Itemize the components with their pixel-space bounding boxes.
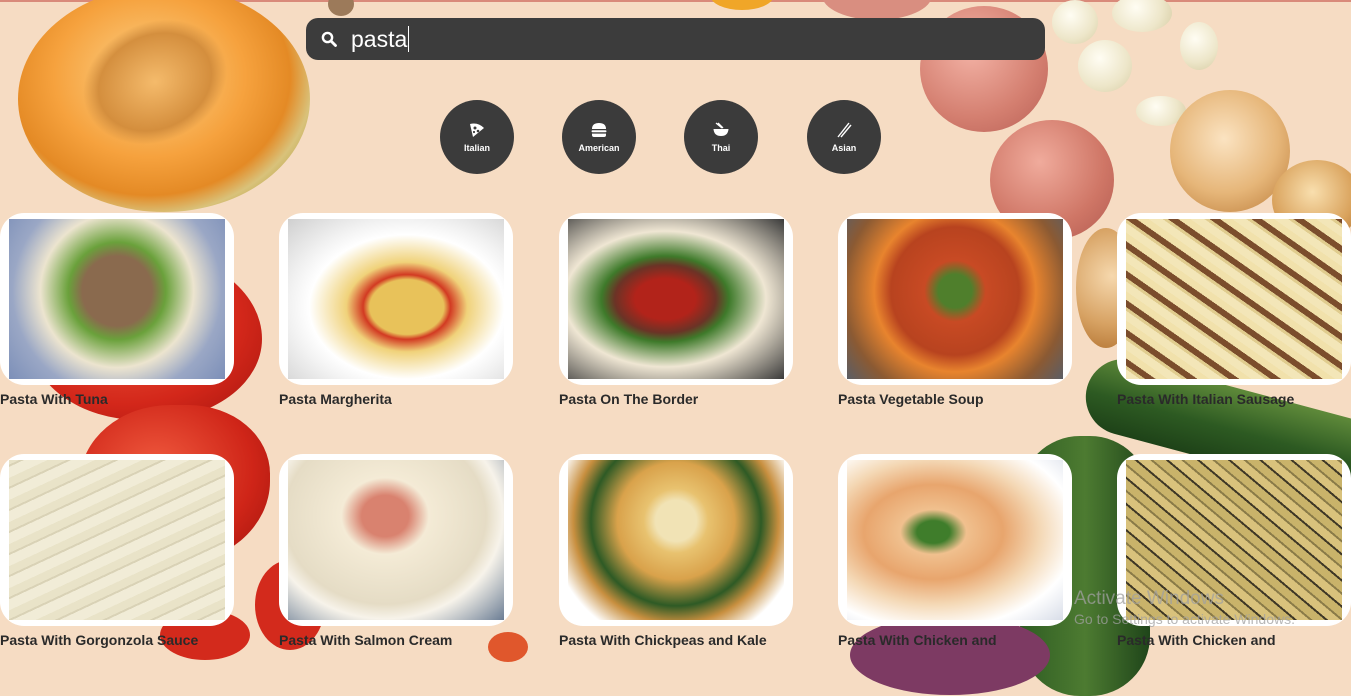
- category-label: American: [578, 142, 620, 153]
- recipe-card[interactable]: Pasta On The Border: [559, 213, 793, 407]
- activate-windows-watermark: Activate Windows Go to Settings to activ…: [1074, 588, 1295, 627]
- chopsticks-icon: [835, 122, 853, 138]
- dish-photo: [288, 219, 504, 379]
- pizza-icon: [468, 122, 486, 138]
- search-icon[interactable]: [321, 31, 337, 47]
- garlic-clove-image: [1112, 0, 1172, 32]
- potato-image: [822, 0, 932, 20]
- vegetable-stem-image: [328, 0, 354, 16]
- recipe-image[interactable]: [559, 213, 793, 385]
- recipe-image[interactable]: [0, 454, 234, 626]
- dish-photo: [9, 460, 225, 620]
- dish-photo: [1126, 219, 1342, 379]
- recipe-image[interactable]: [279, 213, 513, 385]
- orange-image: [710, 0, 774, 10]
- category-thai-button[interactable]: Thai: [684, 100, 758, 174]
- burger-icon: [590, 122, 608, 138]
- recipe-title[interactable]: Pasta On The Border: [559, 391, 698, 407]
- recipe-image[interactable]: [838, 213, 1072, 385]
- garlic-clove-image: [1180, 22, 1218, 70]
- category-asian-button[interactable]: Asian: [807, 100, 881, 174]
- recipe-title[interactable]: Pasta With Tuna: [0, 391, 108, 407]
- recipe-image[interactable]: [1117, 213, 1351, 385]
- dish-photo: [568, 219, 784, 379]
- dish-photo: [9, 219, 225, 379]
- dish-photo: [847, 219, 1063, 379]
- recipe-image[interactable]: [838, 454, 1072, 626]
- watermark-subtitle: Go to Settings to activate Windows.: [1074, 611, 1295, 627]
- category-label: Italian: [463, 142, 490, 153]
- recipe-title[interactable]: Pasta With Italian Sausage: [1117, 391, 1294, 407]
- category-label: Asian: [831, 142, 857, 153]
- watermark-title: Activate Windows: [1074, 588, 1224, 609]
- search-input[interactable]: pasta: [351, 26, 410, 52]
- garlic-clove-image: [1052, 0, 1098, 44]
- garlic-clove-image: [1078, 40, 1132, 92]
- category-label: Thai: [711, 142, 731, 153]
- recipe-card[interactable]: Pasta With Chickpeas and Kale: [559, 454, 793, 648]
- recipe-card[interactable]: Pasta Vegetable Soup: [838, 213, 1072, 407]
- tomato-image: [488, 632, 528, 662]
- recipe-image[interactable]: [0, 213, 234, 385]
- recipe-card[interactable]: Pasta With Italian Sausage: [1117, 213, 1351, 407]
- recipe-card[interactable]: Pasta With Gorgonzola Sauce: [0, 454, 234, 648]
- dish-photo: [847, 460, 1063, 620]
- recipe-card[interactable]: Pasta With Salmon Cream: [279, 454, 513, 648]
- dish-photo: [288, 460, 504, 620]
- search-bar[interactable]: pasta: [306, 18, 1045, 60]
- dish-photo: [568, 460, 784, 620]
- category-italian-button[interactable]: Italian: [440, 100, 514, 174]
- recipe-card[interactable]: Pasta Margherita: [279, 213, 513, 407]
- noodle-bowl-icon: [712, 122, 730, 138]
- category-american-button[interactable]: American: [562, 100, 636, 174]
- recipe-title[interactable]: Pasta Vegetable Soup: [838, 391, 984, 407]
- recipe-card[interactable]: Pasta With Chicken and: [838, 454, 1072, 648]
- recipe-image[interactable]: [559, 454, 793, 626]
- recipe-title[interactable]: Pasta Margherita: [279, 391, 392, 407]
- red-cabbage-image: [850, 615, 1050, 695]
- recipe-image[interactable]: [279, 454, 513, 626]
- recipe-card[interactable]: Pasta With Tuna: [0, 213, 234, 407]
